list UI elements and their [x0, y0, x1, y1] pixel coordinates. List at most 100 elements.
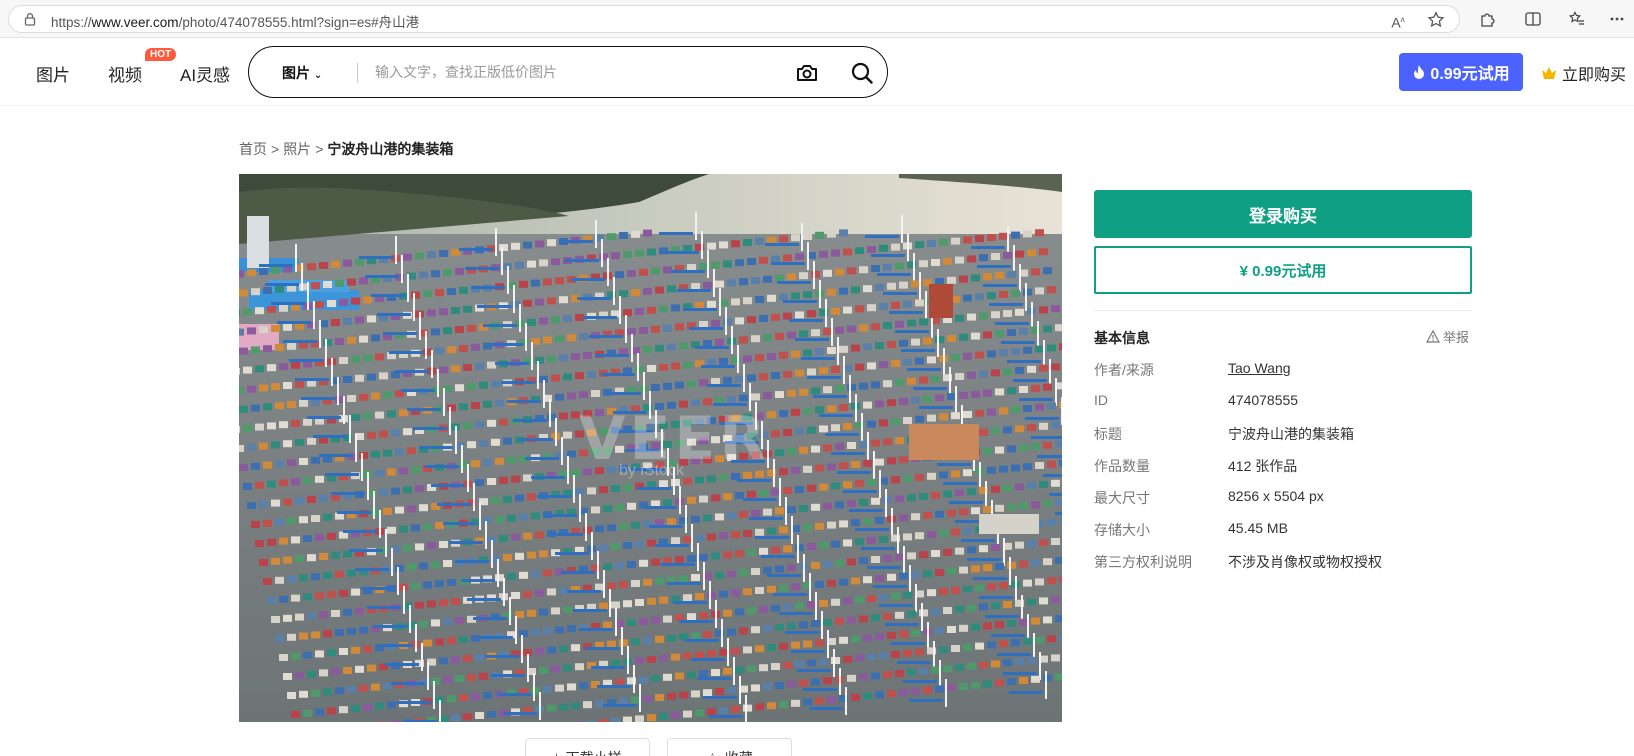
container-block: [927, 414, 936, 422]
container-block: [579, 682, 588, 690]
container-block: [567, 334, 576, 342]
gantry-crane: [331, 492, 365, 495]
nav-videos[interactable]: 视频: [108, 61, 142, 86]
container-block: [847, 616, 856, 624]
camera-search-icon[interactable]: [794, 60, 820, 86]
search-icon[interactable]: [849, 60, 875, 86]
breadcrumb-photos[interactable]: 照片: [283, 141, 311, 157]
container-block: [531, 512, 540, 520]
container-block: [635, 249, 644, 257]
container-block: [771, 313, 780, 321]
light-pole: [521, 635, 523, 663]
container-block: [999, 349, 1008, 357]
container-block: [635, 715, 644, 722]
collect-button[interactable]: ☆收藏: [667, 738, 792, 756]
container-block: [651, 558, 660, 566]
container-block: [1031, 384, 1040, 392]
container-block: [583, 701, 592, 709]
gantry-crane: [443, 522, 477, 525]
light-pole: [707, 250, 709, 278]
light-pole: [543, 380, 545, 408]
split-screen-icon[interactable]: [1524, 10, 1542, 28]
container-block: [875, 633, 884, 641]
light-pole: [937, 329, 939, 357]
container-block: [351, 588, 360, 596]
container-block: [875, 691, 884, 699]
download-sample-button[interactable]: ⤓下载小样: [525, 738, 650, 756]
light-pole: [415, 624, 417, 652]
gantry-crane: [1007, 360, 1041, 363]
search-input[interactable]: [375, 59, 755, 85]
container-block: [839, 345, 848, 353]
main-photo[interactable]: VEER by iStock: [239, 174, 1062, 722]
light-pole: [391, 548, 393, 576]
light-pole: [907, 234, 909, 262]
read-aloud-icon[interactable]: Aʌ: [1389, 11, 1407, 31]
container-block: [883, 322, 892, 329]
buy-now-link[interactable]: 立即购买: [1540, 61, 1626, 85]
container-block: [667, 343, 676, 351]
address-bar[interactable]: https://www.veer.com/photo/474078555.htm…: [8, 5, 1460, 33]
container-block: [375, 702, 384, 710]
container-block: [419, 620, 428, 628]
login-buy-button[interactable]: 登录购买: [1094, 190, 1472, 238]
container-block: [839, 404, 848, 411]
trial-outline-button[interactable]: ¥ 0.99元试用: [1094, 246, 1472, 294]
container-block: [563, 606, 572, 614]
light-pole: [743, 364, 745, 392]
container-block: [919, 609, 928, 617]
favorite-star-icon[interactable]: [1427, 11, 1445, 29]
container-block: [991, 660, 1000, 668]
container-block: [799, 621, 808, 629]
container-block: [991, 427, 1000, 435]
favorites-list-icon[interactable]: [1568, 10, 1586, 28]
light-pole: [639, 684, 641, 712]
container-block: [299, 283, 308, 291]
container-block: [823, 269, 832, 277]
container-block: [775, 391, 784, 398]
gantry-crane: [649, 525, 683, 528]
container-block: [1031, 501, 1040, 509]
container-block: [255, 481, 264, 489]
container-block: [707, 533, 716, 541]
container-block: [891, 360, 900, 367]
container-block: [743, 530, 752, 537]
star-icon: ☆: [706, 750, 719, 756]
search-type-dropdown[interactable]: 图片 ⌄: [282, 63, 322, 83]
nav-ai-inspiration[interactable]: AI灵感: [180, 61, 230, 86]
container-block: [1035, 578, 1044, 586]
container-block: [847, 558, 856, 566]
container-block: [339, 298, 348, 306]
container-block: [255, 365, 264, 373]
container-block: [975, 642, 984, 650]
breadcrumb-home[interactable]: 首页: [239, 141, 267, 157]
report-link[interactable]: 举报: [1426, 327, 1469, 346]
gantry-crane: [837, 471, 871, 474]
container-block: [447, 637, 456, 645]
container-block: [699, 553, 708, 561]
container-block: [703, 514, 712, 522]
gantry-crane: [555, 552, 589, 555]
gantry-crane: [485, 655, 519, 658]
container-block: [459, 403, 468, 411]
container-block: [971, 274, 980, 282]
container-block: [791, 408, 800, 416]
container-block: [635, 540, 644, 548]
container-block: [815, 639, 824, 647]
trial-button[interactable]: 0.99元试用: [1399, 53, 1523, 91]
gantry-crane: [465, 267, 499, 270]
light-pole: [567, 456, 569, 484]
nav-photos[interactable]: 图片: [36, 61, 70, 86]
container-block: [839, 287, 848, 295]
container-block: [1007, 270, 1016, 278]
container-block: [395, 564, 404, 572]
container-block: [707, 475, 716, 483]
more-options-icon[interactable]: [1608, 10, 1626, 28]
extensions-icon[interactable]: [1479, 10, 1497, 28]
container-block: [1035, 287, 1044, 295]
author-link[interactable]: Tao Wang: [1228, 360, 1291, 376]
container-block: [547, 588, 556, 596]
container-block: [475, 712, 484, 719]
container-block: [967, 662, 976, 670]
container-block: [459, 345, 468, 352]
